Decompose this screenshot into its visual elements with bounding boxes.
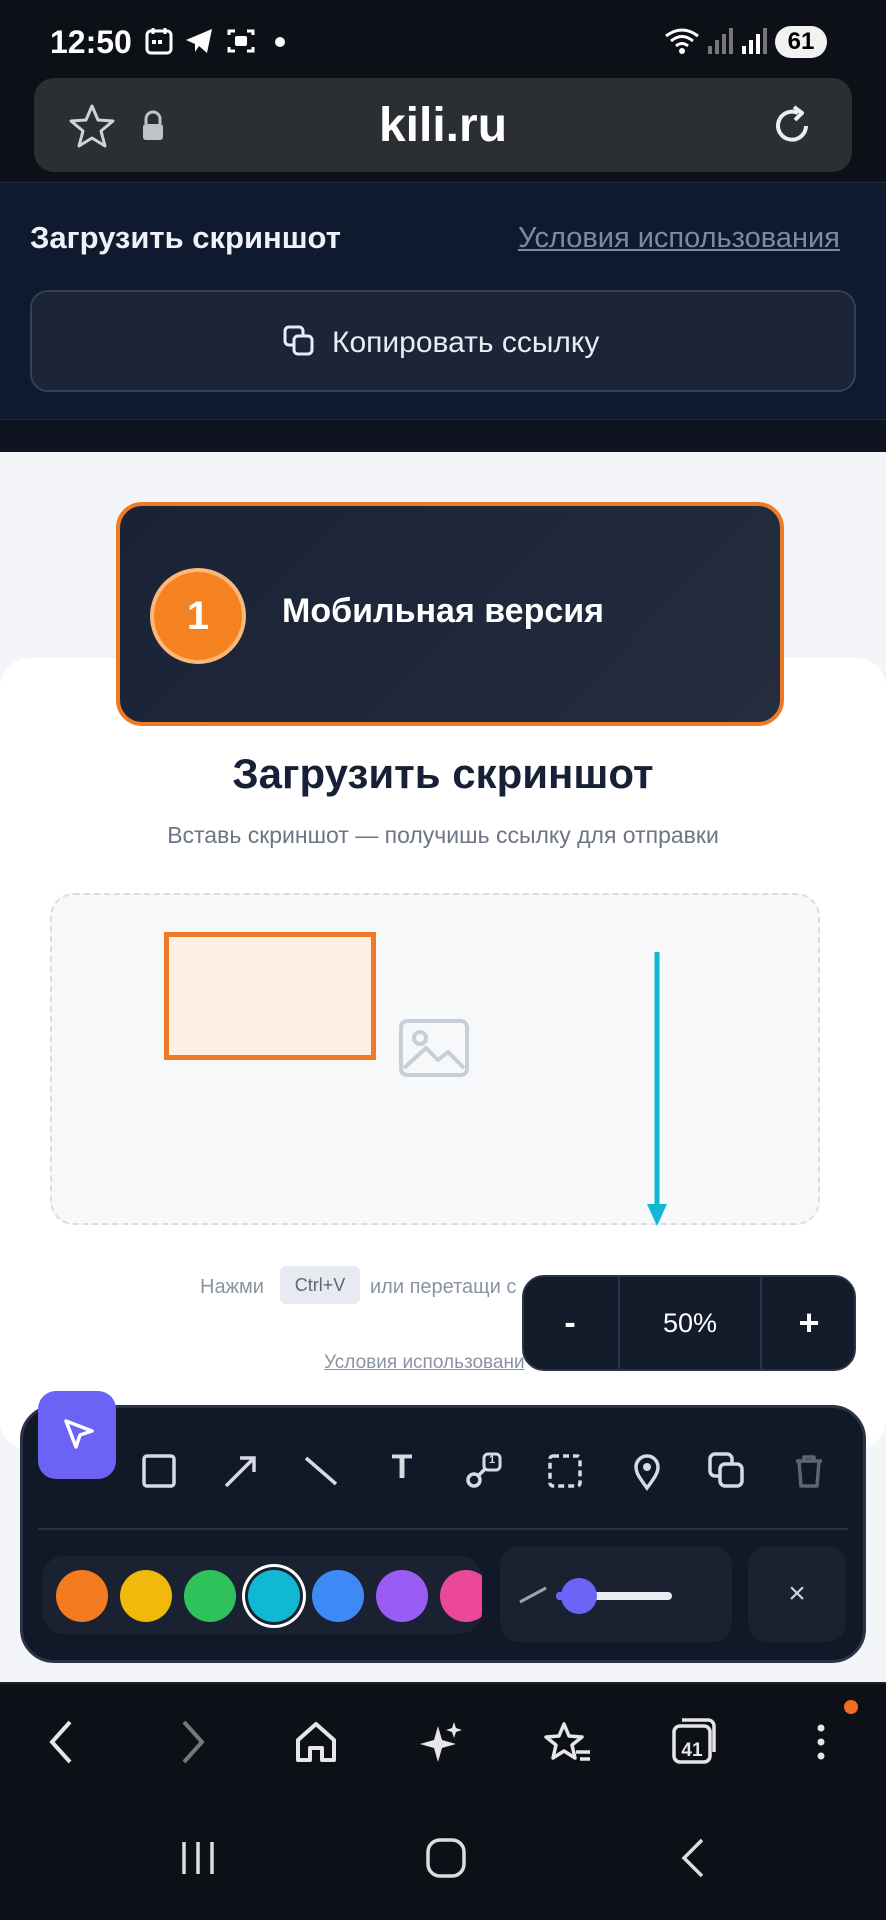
hint-rest-text: или перетащи с — [370, 1276, 517, 1298]
select-tool-button[interactable] — [38, 1391, 116, 1479]
annotation-rectangle[interactable] — [164, 932, 376, 1060]
color-palette — [42, 1556, 482, 1634]
toolbar-divider — [38, 1528, 848, 1530]
zoom-in-button[interactable]: + — [762, 1275, 856, 1371]
color-swatch-yellow[interactable] — [120, 1570, 172, 1622]
line-tool-icon[interactable] — [300, 1450, 342, 1492]
url-text: kili.ru — [378, 99, 508, 152]
close-toolbar-button[interactable]: × — [748, 1546, 846, 1642]
telegram-icon — [184, 26, 214, 56]
step-number-badge: 1 — [150, 568, 246, 664]
recent-apps-icon[interactable] — [176, 1836, 220, 1880]
bookmarks-icon[interactable] — [542, 1712, 594, 1772]
color-swatch-green[interactable] — [184, 1570, 236, 1622]
duplicate-tool-icon[interactable] — [706, 1450, 748, 1492]
trash-tool-icon[interactable] — [788, 1450, 830, 1492]
annotation-arrow[interactable] — [640, 950, 674, 1230]
menu-icon[interactable] — [806, 1712, 836, 1772]
signal-icon-2 — [740, 26, 770, 56]
color-swatch-blue[interactable] — [312, 1570, 364, 1622]
system-home-icon[interactable] — [424, 1836, 468, 1880]
calendar-icon — [144, 26, 174, 56]
wifi-icon — [662, 26, 702, 56]
home-icon[interactable] — [292, 1712, 340, 1772]
image-placeholder-icon — [398, 1018, 470, 1078]
copy-link-label: Копировать ссылку — [332, 326, 600, 359]
rectangle-tool-icon[interactable] — [138, 1450, 180, 1492]
battery-indicator: 61 — [775, 26, 827, 58]
reload-icon[interactable] — [768, 102, 816, 150]
header-title: Загрузить скриншот — [30, 220, 341, 255]
card-terms-link[interactable]: Условия использовани — [324, 1352, 534, 1374]
hint-shortcut-key: Ctrl+V — [280, 1266, 360, 1304]
zoom-out-button[interactable]: - — [522, 1275, 618, 1371]
zoom-level: 50% — [618, 1275, 762, 1371]
stroke-width-icon — [516, 1578, 550, 1608]
forward-icon[interactable] — [168, 1712, 216, 1772]
marker-number: 1 — [488, 1454, 496, 1466]
ai-sparkle-icon[interactable] — [418, 1712, 466, 1772]
notification-dot-icon — [275, 37, 285, 47]
color-swatch-orange[interactable] — [56, 1570, 108, 1622]
signal-icon-1 — [706, 26, 736, 56]
text-tool-icon[interactable]: T — [382, 1448, 422, 1492]
upload-title: Загрузить скриншот — [232, 750, 654, 797]
crop-select-tool-icon[interactable] — [544, 1450, 586, 1492]
upload-subtitle: Вставь скриншот — получишь ссылку для от… — [167, 822, 719, 848]
menu-badge-dot — [844, 1700, 858, 1714]
system-back-icon[interactable] — [672, 1836, 716, 1880]
pin-tool-icon[interactable] — [626, 1450, 668, 1492]
terms-link[interactable]: Условия использования — [518, 222, 840, 255]
back-icon[interactable] — [38, 1712, 86, 1772]
color-swatch-purple[interactable] — [376, 1570, 428, 1622]
tabs-count: 41 — [681, 1740, 703, 1761]
hint-press-text: Нажми — [200, 1276, 264, 1298]
status-time: 12:50 — [50, 24, 132, 60]
color-swatch-pink[interactable] — [440, 1570, 482, 1622]
copy-icon — [282, 324, 316, 358]
screenshot-icon — [226, 26, 256, 56]
step-callout-text: Мобильная версия — [282, 592, 605, 630]
arrow-tool-icon[interactable] — [220, 1450, 262, 1492]
color-swatch-cyan-selected[interactable] — [248, 1570, 300, 1622]
